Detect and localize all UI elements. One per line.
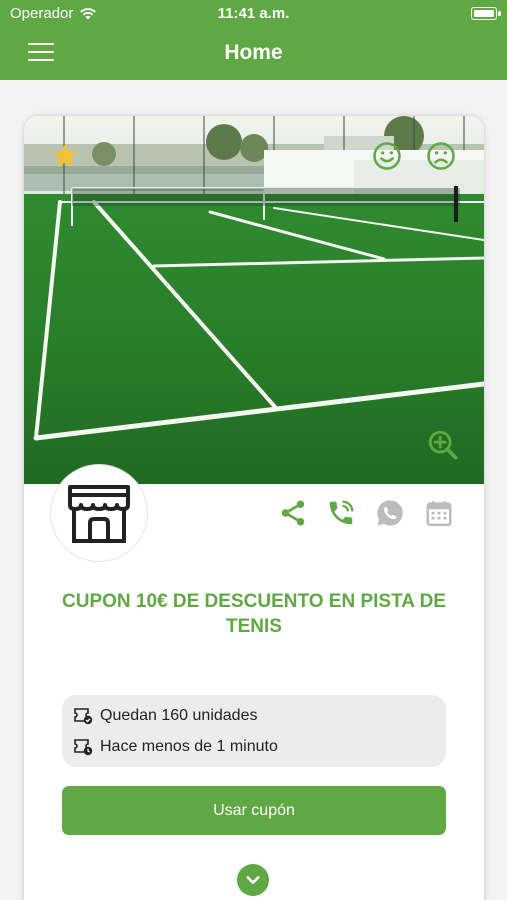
phone-icon [329, 500, 354, 525]
share-button[interactable] [276, 496, 310, 530]
coupon-image[interactable] [24, 116, 484, 484]
sad-face-icon[interactable] [426, 141, 456, 171]
coupon-card: CUPON 10€ DE DESCUENTO EN PISTA DE TENIS… [24, 116, 484, 900]
battery-cap [498, 11, 501, 16]
store-logo [50, 464, 148, 562]
smile-icon[interactable] [372, 141, 402, 171]
remaining-units: Quedan 160 unidades [100, 707, 258, 724]
nav-bar: Home [0, 28, 507, 80]
page-title: Home [224, 41, 283, 64]
ticket-clock-icon [74, 739, 93, 756]
share-icon [281, 500, 305, 526]
posted-time: Hace menos de 1 minuto [100, 738, 278, 755]
calendar-icon [426, 501, 452, 527]
coupon-title: CUPON 10€ DE DESCUENTO EN PISTA DE TENIS [62, 591, 446, 637]
posted-time-row: Hace menos de 1 minuto [74, 737, 278, 757]
zoom-in-icon[interactable] [426, 428, 460, 462]
whatsapp-button[interactable] [373, 496, 407, 530]
star-icon[interactable] [50, 141, 80, 171]
ticket-check-icon [74, 708, 93, 725]
chevron-down-icon [246, 876, 260, 884]
use-coupon-button[interactable]: Usar cupón [62, 786, 446, 835]
remaining-units-row: Quedan 160 unidades [74, 706, 257, 726]
status-bar: Operador 11:41 a.m. [0, 0, 507, 28]
status-time: 11:41 a.m. [217, 5, 290, 22]
battery-icon [471, 7, 497, 20]
coupon-info: Quedan 160 unidades Hace menos de 1 minu… [62, 695, 446, 767]
expand-button[interactable] [237, 864, 269, 896]
calendar-button[interactable] [422, 496, 456, 530]
whatsapp-icon [377, 500, 403, 526]
store-icon [68, 485, 130, 543]
call-button[interactable] [324, 496, 358, 530]
